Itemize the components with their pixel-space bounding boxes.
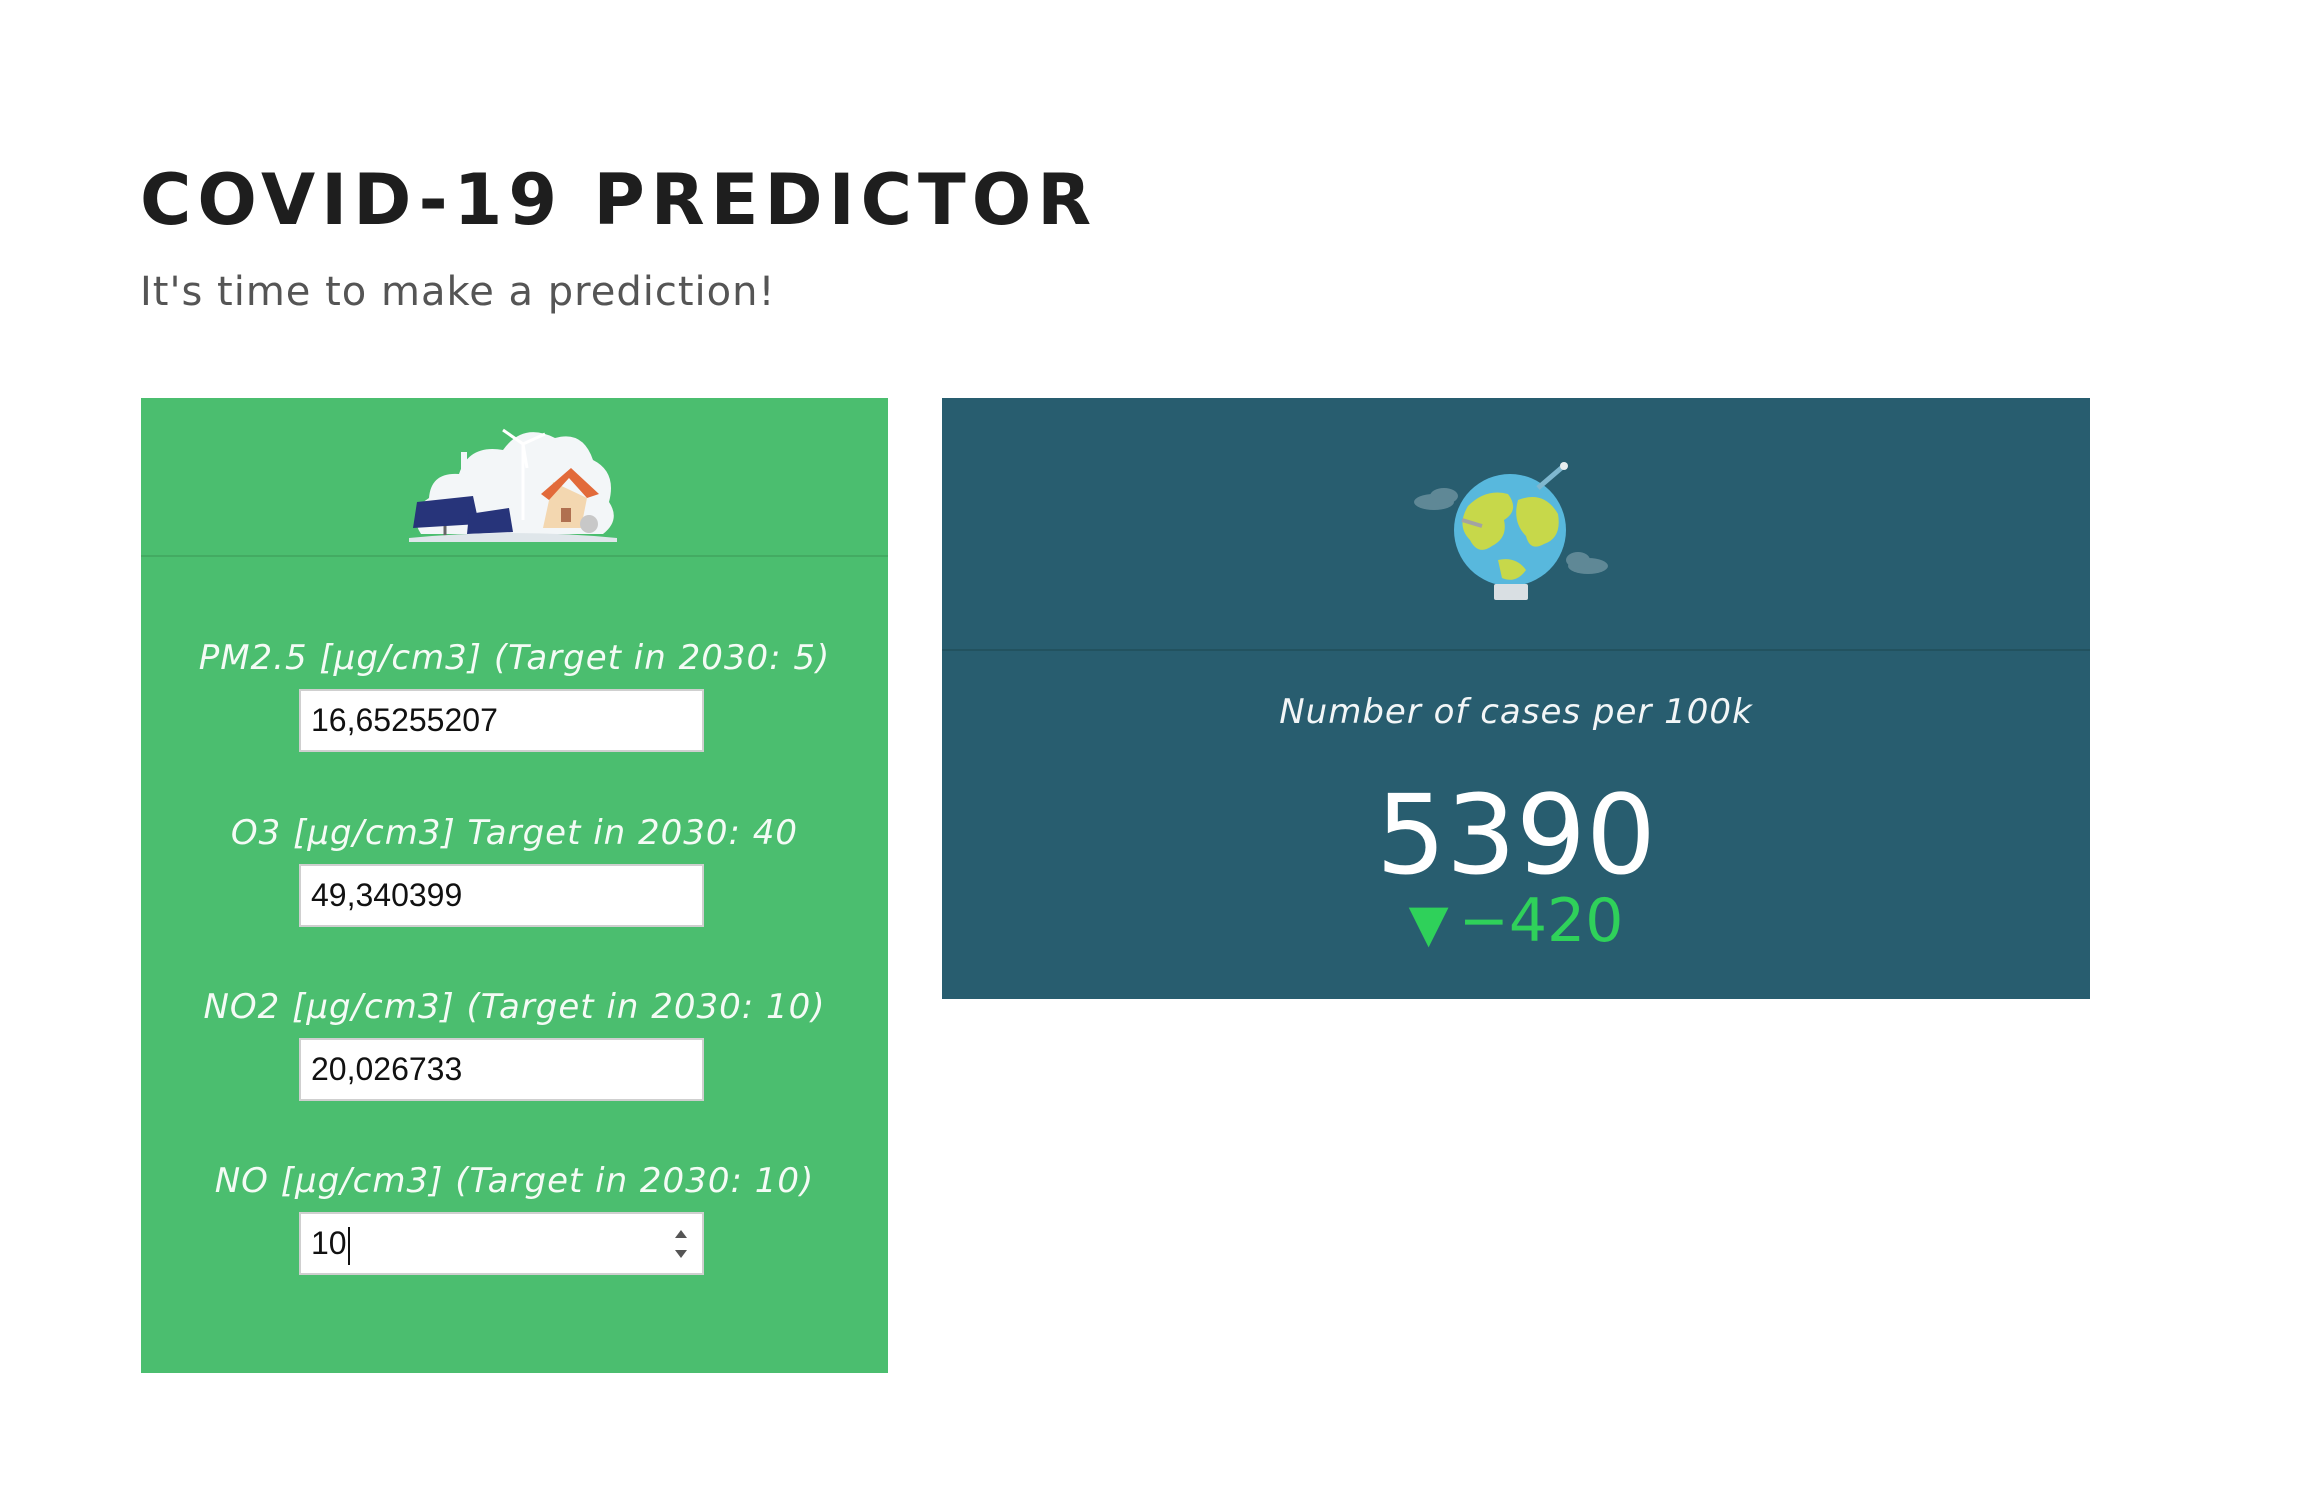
pm25-input[interactable]: 16,65255207 xyxy=(299,689,704,752)
result-delta: ▼ −420 xyxy=(942,886,2090,959)
pm25-field-group: PM2.5 [µg/cm3] (Target in 2030: 5) 16,65… xyxy=(141,636,888,752)
result-value: 5390 xyxy=(1376,771,1656,899)
result-card-header xyxy=(942,398,2090,651)
input-card: PM2.5 [µg/cm3] (Target in 2030: 5) 16,65… xyxy=(141,398,888,1373)
o3-label: O3 [µg/cm3] Target in 2030: 40 xyxy=(230,813,799,853)
number-stepper-icon[interactable] xyxy=(668,1222,694,1266)
renewable-energy-illustration xyxy=(409,428,617,542)
no2-input[interactable]: 20,026733 xyxy=(299,1038,704,1101)
result-delta-value: −420 xyxy=(1458,886,1624,956)
pm25-input-value: 16,65255207 xyxy=(311,702,498,738)
globe-illustration xyxy=(1414,462,1608,600)
no2-field-group: NO2 [µg/cm3] (Target in 2030: 10) 20,026… xyxy=(141,985,888,1101)
no-field-group: NO [µg/cm3] (Target in 2030: 10) 10 xyxy=(141,1159,888,1275)
o3-input-value: 49,340399 xyxy=(311,877,463,913)
result-label: Number of cases per 100k xyxy=(1279,692,1753,732)
no-input[interactable]: 10 xyxy=(299,1212,704,1275)
no2-label: NO2 [µg/cm3] (Target in 2030: 10) xyxy=(203,987,826,1027)
no-label: NO [µg/cm3] (Target in 2030: 10) xyxy=(214,1161,815,1201)
o3-field-group: O3 [µg/cm3] Target in 2030: 40 49,340399 xyxy=(141,811,888,927)
result-card: Number of cases per 100k 5390 ▼ −420 xyxy=(942,398,2090,999)
page-title: COVID-19 PREDICTOR xyxy=(140,159,1098,241)
no-input-value: 10 xyxy=(311,1225,347,1261)
input-card-header xyxy=(141,398,888,557)
down-arrow-icon: ▼ xyxy=(1408,894,1449,954)
text-caret xyxy=(347,1226,350,1265)
o3-input[interactable]: 49,340399 xyxy=(299,864,704,927)
no2-input-value: 20,026733 xyxy=(311,1051,463,1087)
page-subtitle: It's time to make a prediction! xyxy=(140,269,776,315)
pm25-label: PM2.5 [µg/cm3] (Target in 2030: 5) xyxy=(198,638,831,678)
